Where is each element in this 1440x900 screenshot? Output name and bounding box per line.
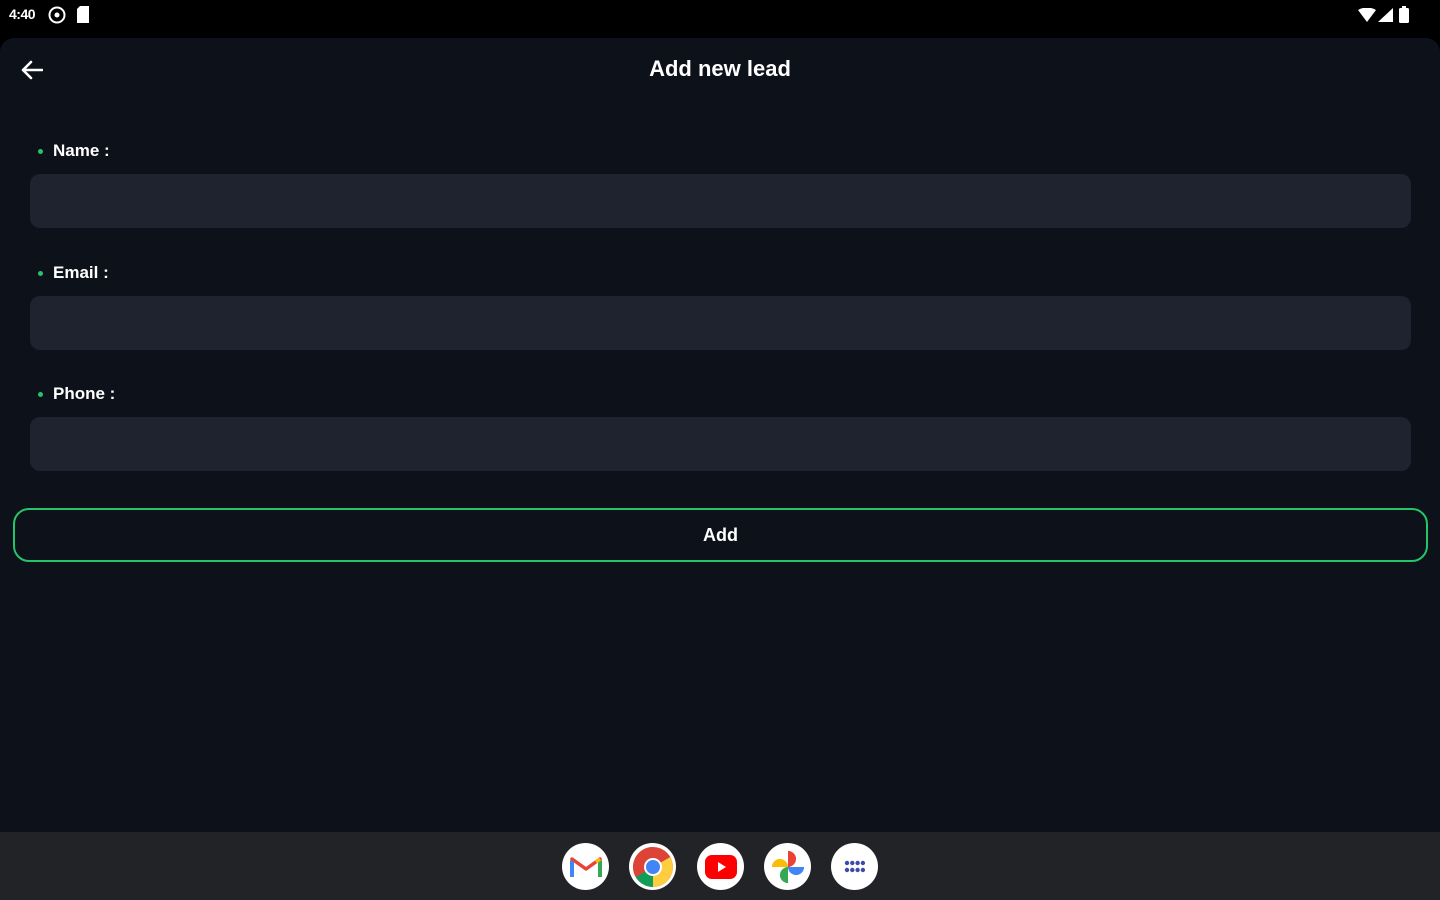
add-button-label: Add xyxy=(703,524,738,545)
battery-icon xyxy=(1399,6,1409,28)
status-bar: 4:40 xyxy=(0,0,1440,32)
email-label: Email : xyxy=(38,262,109,284)
photos-icon xyxy=(771,850,805,884)
top-app-bar: Add new lead xyxy=(0,38,1440,102)
required-dot-icon xyxy=(38,270,43,276)
screen: 4:40 Add new lead Name: Email: Phone:… xyxy=(0,0,1440,900)
chrome-icon xyxy=(631,845,675,889)
taskbar xyxy=(0,832,1440,900)
chrome-app[interactable] xyxy=(629,843,676,890)
youtube-app[interactable] xyxy=(697,843,744,890)
app-drawer-button[interactable] xyxy=(831,843,878,890)
app-window: Add new lead Name : Email : Phone : Add xyxy=(0,38,1440,832)
gmail-app[interactable] xyxy=(562,843,609,890)
wifi-icon xyxy=(1358,7,1376,27)
signal-icon xyxy=(1378,8,1393,27)
add-button[interactable]: Add xyxy=(13,508,1428,562)
page-title: Add new lead xyxy=(649,56,791,81)
email-label-text: Email : xyxy=(53,263,109,282)
name-label: Name : xyxy=(38,140,110,162)
phone-field[interactable] xyxy=(30,417,1411,471)
required-dot-icon xyxy=(38,391,43,397)
phone-label-text: Phone : xyxy=(53,384,116,403)
name-field[interactable] xyxy=(30,174,1411,228)
required-dot-icon xyxy=(38,148,43,154)
name-label-text: Name : xyxy=(53,141,110,160)
photos-app[interactable] xyxy=(764,843,811,890)
settings-icon xyxy=(48,6,66,29)
app-drawer-icon xyxy=(844,860,866,874)
gmail-icon xyxy=(569,855,602,879)
sd-card-icon xyxy=(76,6,90,28)
status-time: 4:40 xyxy=(9,6,36,22)
phone-label: Phone : xyxy=(38,383,115,405)
email-field[interactable] xyxy=(30,296,1411,350)
youtube-icon xyxy=(704,854,737,879)
